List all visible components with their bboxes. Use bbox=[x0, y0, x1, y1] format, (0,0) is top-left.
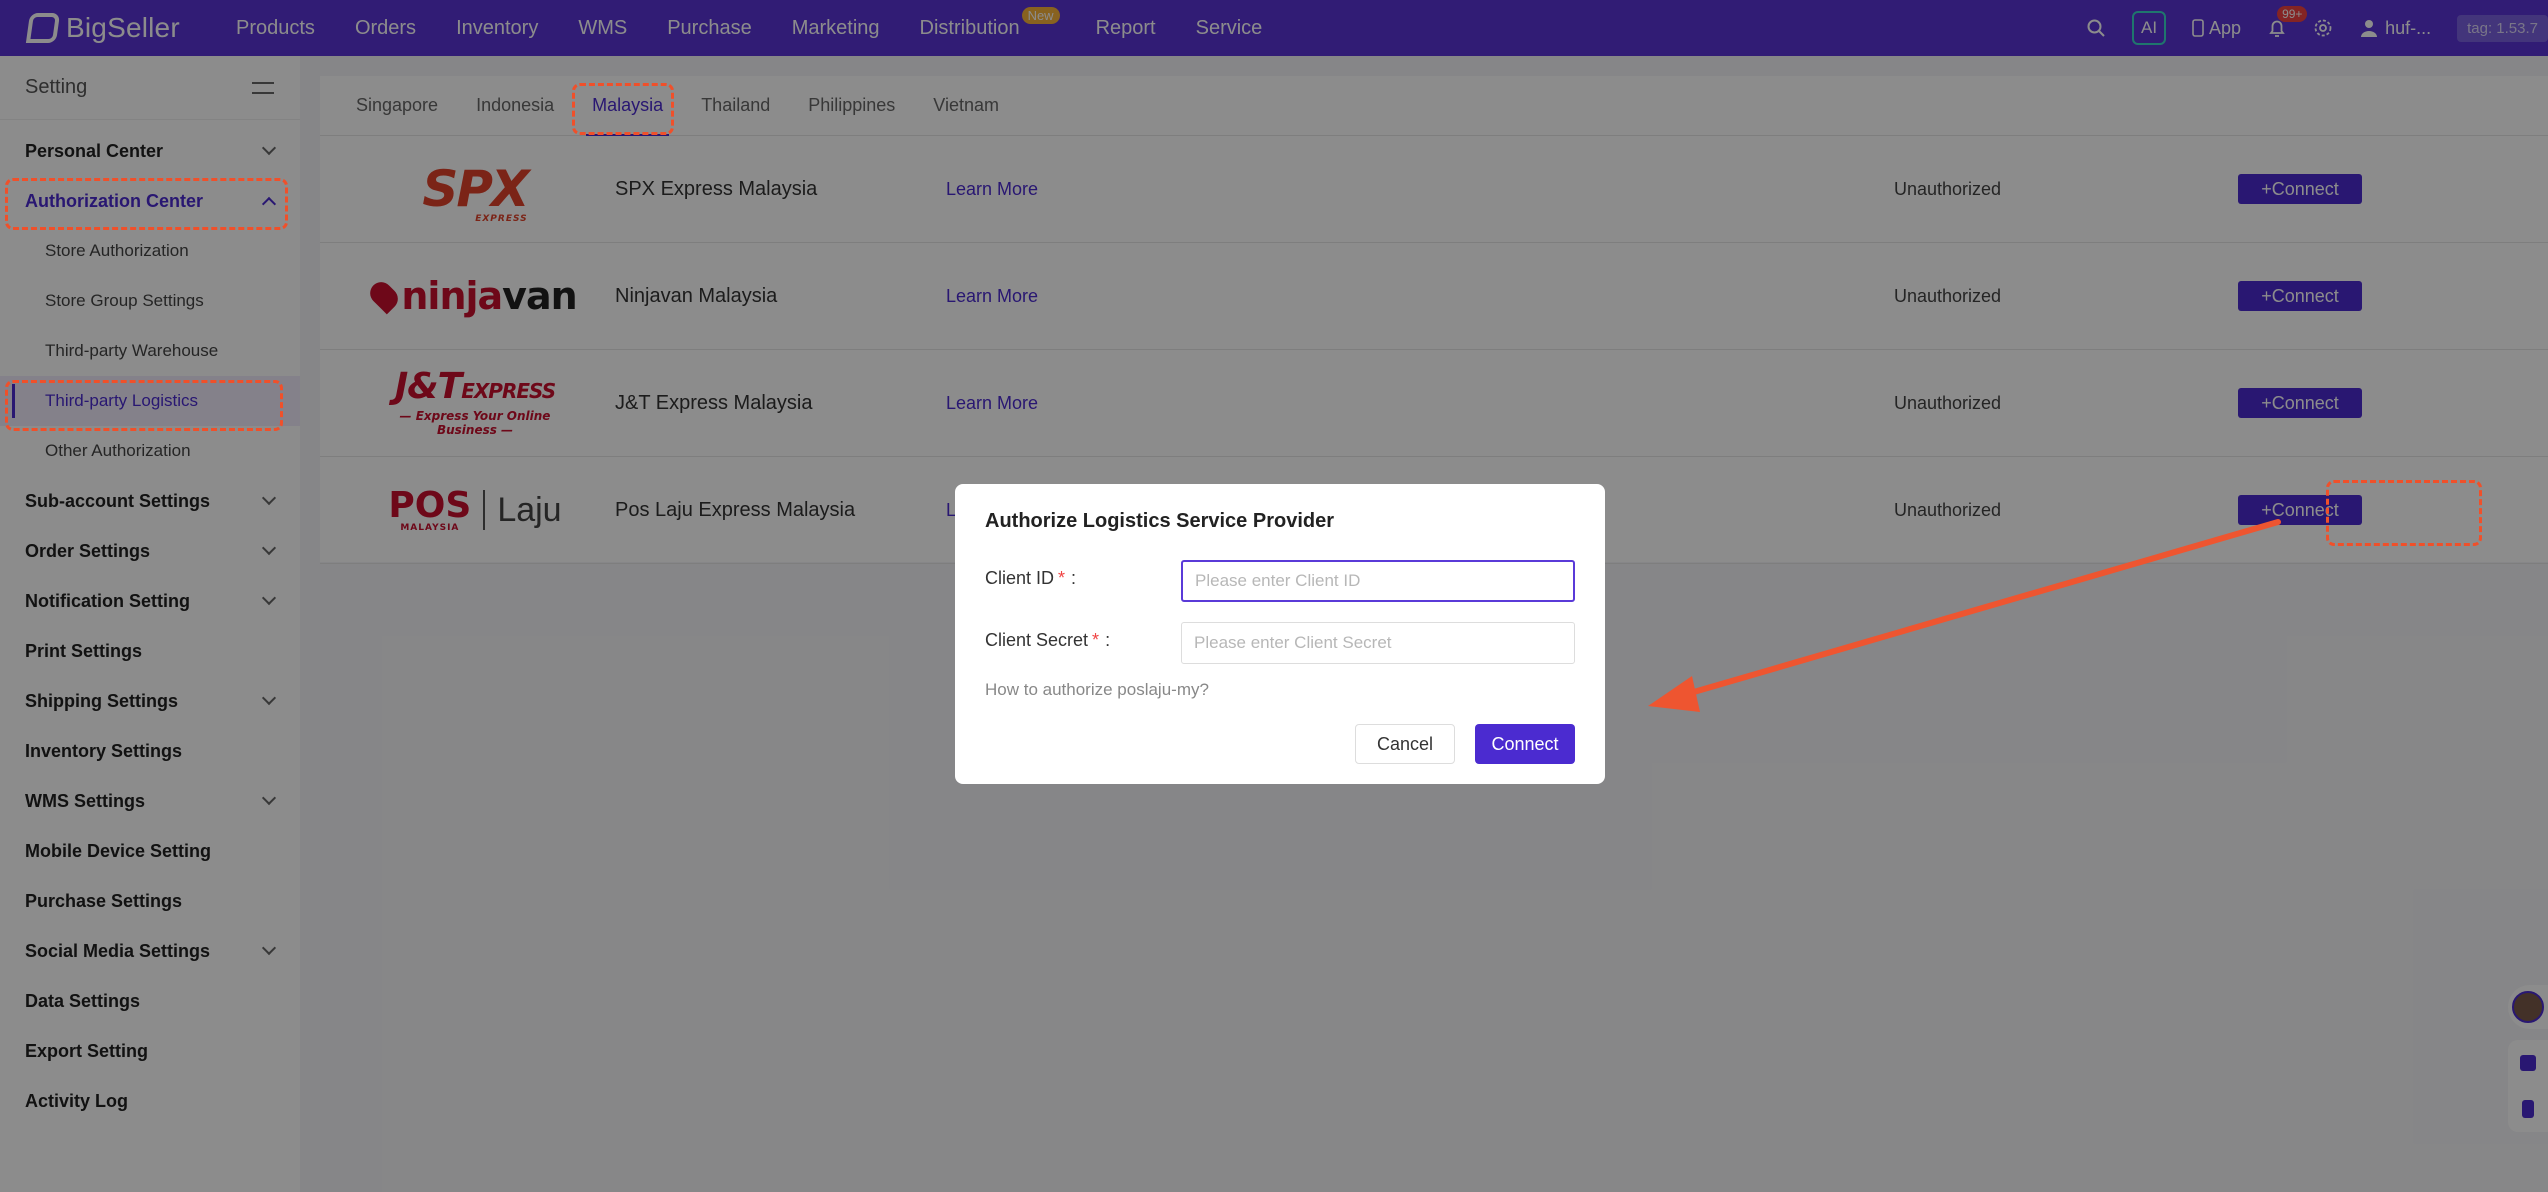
how-to-authorize-link[interactable]: How to authorize poslaju-my? bbox=[985, 680, 1209, 700]
connect-button[interactable]: Connect bbox=[1475, 724, 1575, 764]
client-secret-label-text: Client Secret bbox=[985, 630, 1089, 650]
required-mark: * bbox=[1092, 630, 1100, 650]
authorize-modal: Authorize Logistics Service Provider Cli… bbox=[955, 484, 1605, 784]
client-id-label: Client ID *: bbox=[985, 568, 1076, 589]
client-id-input[interactable] bbox=[1181, 560, 1575, 602]
client-secret-label: Client Secret *: bbox=[985, 630, 1110, 651]
cancel-button[interactable]: Cancel bbox=[1355, 724, 1455, 764]
required-mark: * bbox=[1058, 568, 1066, 588]
label-colon: : bbox=[1071, 568, 1077, 588]
label-colon: : bbox=[1105, 630, 1111, 650]
modal-title: Authorize Logistics Service Provider bbox=[985, 510, 1334, 532]
client-id-label-text: Client ID bbox=[985, 568, 1055, 588]
client-secret-input[interactable] bbox=[1181, 622, 1575, 664]
